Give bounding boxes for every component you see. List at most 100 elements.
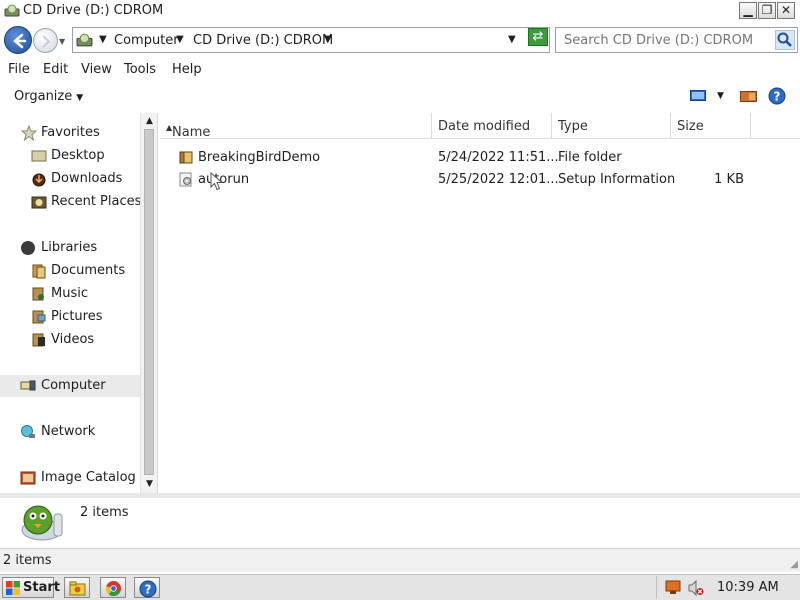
nav-image-catalog-label: Image Catalog: [41, 470, 136, 485]
search-icon[interactable]: [775, 30, 795, 50]
volume-muted-icon[interactable]: [687, 580, 704, 596]
address-bar[interactable]: ▼ Computer ▼ CD Drive (D:) CDROM ▼ ▼: [72, 27, 550, 53]
view-options-dropdown[interactable]: ▼: [717, 91, 724, 101]
minimize-button[interactable]: ▁: [739, 2, 757, 19]
nav-music-label: Music: [51, 286, 88, 301]
nav-desktop[interactable]: Desktop: [0, 145, 140, 167]
nav-documents-label: Documents: [51, 263, 126, 278]
navigation-scrollbar[interactable]: ▲ ▼: [140, 113, 157, 493]
preview-pane-icon[interactable]: [740, 90, 757, 103]
column-date-modified[interactable]: Date modified: [432, 113, 552, 139]
nav-recent-places[interactable]: Recent Places: [0, 191, 141, 213]
breadcrumb-computer[interactable]: Computer: [114, 33, 179, 48]
start-label: Start: [23, 580, 60, 595]
nav-favorites[interactable]: Favorites: [0, 122, 140, 144]
file-date: 5/24/2022 11:51...: [438, 150, 559, 165]
setup-file-icon: [179, 172, 192, 187]
organize-label: Organize: [14, 89, 73, 104]
breadcrumb-computer-arrow[interactable]: ▼: [176, 34, 184, 45]
cdrom-autoplay-icon: [21, 505, 63, 541]
file-row[interactable]: autorun 5/25/2022 12:01... Setup Informa…: [160, 168, 800, 190]
menu-tools[interactable]: Tools: [124, 62, 156, 77]
nav-image-catalog[interactable]: Image Catalog: [0, 467, 140, 489]
scroll-up-button[interactable]: ▲: [143, 115, 156, 128]
desktop-icon: [31, 150, 47, 162]
refresh-button[interactable]: ⇄: [528, 28, 548, 46]
nav-computer[interactable]: Computer: [0, 375, 140, 397]
forward-arrow-icon: [42, 35, 51, 48]
scrollbar-thumb[interactable]: [144, 129, 154, 475]
column-size[interactable]: Size: [671, 113, 751, 139]
system-tray: 10:39 AM: [656, 576, 800, 599]
start-button[interactable]: Start: [2, 577, 60, 598]
recent-pages-dropdown[interactable]: ▼: [59, 37, 65, 46]
column-type[interactable]: Type: [552, 113, 671, 139]
status-bar: 2 items ◢: [0, 548, 800, 572]
nav-downloads[interactable]: Downloads: [0, 168, 140, 190]
search-input[interactable]: [564, 33, 769, 48]
nav-computer-label: Computer: [41, 378, 106, 393]
organize-button[interactable]: Organize ▼: [14, 89, 83, 104]
action-center-icon[interactable]: [665, 580, 681, 595]
nav-documents[interactable]: Documents: [0, 260, 140, 282]
file-date: 5/25/2022 12:01...: [438, 172, 559, 187]
nav-pictures[interactable]: Pictures: [0, 306, 140, 328]
column-name[interactable]: Name ▲: [160, 113, 432, 140]
status-item-count: 2 items: [3, 553, 52, 568]
file-size: 1 KB: [714, 172, 744, 187]
refresh-icon: ⇄: [532, 29, 544, 44]
recent-places-icon: [31, 196, 47, 209]
nav-libraries[interactable]: Libraries: [0, 237, 140, 259]
back-button[interactable]: [4, 26, 32, 54]
breadcrumb-cd-drive-arrow[interactable]: ▼: [324, 34, 332, 45]
details-item-count: 2 items: [80, 505, 129, 520]
svg-text:?: ?: [774, 90, 781, 104]
breadcrumb-cd-drive[interactable]: CD Drive (D:) CDROM: [193, 33, 333, 48]
libraries-icon: [21, 241, 35, 255]
forward-button[interactable]: [33, 28, 58, 53]
folder-icon: [179, 151, 193, 164]
nav-videos[interactable]: Videos: [0, 329, 140, 351]
navigation-bar: ▼ ▼ Computer ▼ CD Drive (D:) CDROM ▼ ▼ ⇄: [0, 23, 800, 58]
network-icon: [21, 425, 35, 438]
breadcrumb-root-arrow[interactable]: ▼: [99, 34, 107, 45]
nav-favorites-label: Favorites: [41, 125, 100, 140]
menu-file[interactable]: File: [8, 62, 30, 77]
taskbar-chrome-button[interactable]: [100, 577, 126, 598]
videos-icon: [32, 333, 45, 347]
change-view-icon[interactable]: [690, 90, 706, 103]
details-pane: 2 items: [0, 493, 800, 548]
svg-text:?: ?: [145, 583, 152, 597]
menu-bar: File Edit View Tools Help: [0, 59, 800, 81]
documents-icon: [32, 264, 46, 279]
column-date-label: Date modified: [438, 119, 531, 134]
scroll-down-button[interactable]: ▼: [143, 478, 156, 491]
taskbar-explorer-button[interactable]: [64, 577, 90, 598]
file-type: Setup Information: [558, 172, 676, 187]
pictures-icon: [32, 310, 46, 324]
menu-edit[interactable]: Edit: [43, 62, 68, 77]
mouse-cursor-icon: [210, 172, 224, 191]
close-button[interactable]: ✕: [777, 2, 795, 19]
nav-pictures-label: Pictures: [51, 309, 103, 324]
taskbar-help-button[interactable]: ?: [134, 577, 160, 598]
help-icon[interactable]: ?: [768, 87, 786, 105]
column-headers: Name ▲ Date modified Type Size: [160, 113, 800, 140]
maximize-button[interactable]: ❐: [758, 2, 776, 19]
address-history-dropdown[interactable]: ▼: [508, 34, 516, 45]
title-bar: CD Drive (D:) CDROM ▁ ❐ ✕: [0, 0, 800, 22]
nav-music[interactable]: Music: [0, 283, 140, 305]
image-catalog-icon: [20, 471, 36, 485]
explorer-folder-icon: [69, 581, 86, 596]
window-title: CD Drive (D:) CDROM: [23, 3, 164, 18]
taskbar-clock[interactable]: 10:39 AM: [717, 580, 779, 595]
menu-help[interactable]: Help: [172, 62, 202, 77]
menu-view[interactable]: View: [81, 62, 112, 77]
resize-grip-icon[interactable]: ◢: [790, 559, 798, 570]
windows-logo-icon: [6, 581, 20, 595]
nav-network-label: Network: [41, 424, 96, 439]
back-arrow-icon: [13, 33, 27, 49]
nav-network[interactable]: Network: [0, 421, 140, 443]
search-box[interactable]: [555, 27, 798, 53]
file-row[interactable]: BreakingBirdDemo 5/24/2022 11:51... File…: [160, 146, 800, 168]
